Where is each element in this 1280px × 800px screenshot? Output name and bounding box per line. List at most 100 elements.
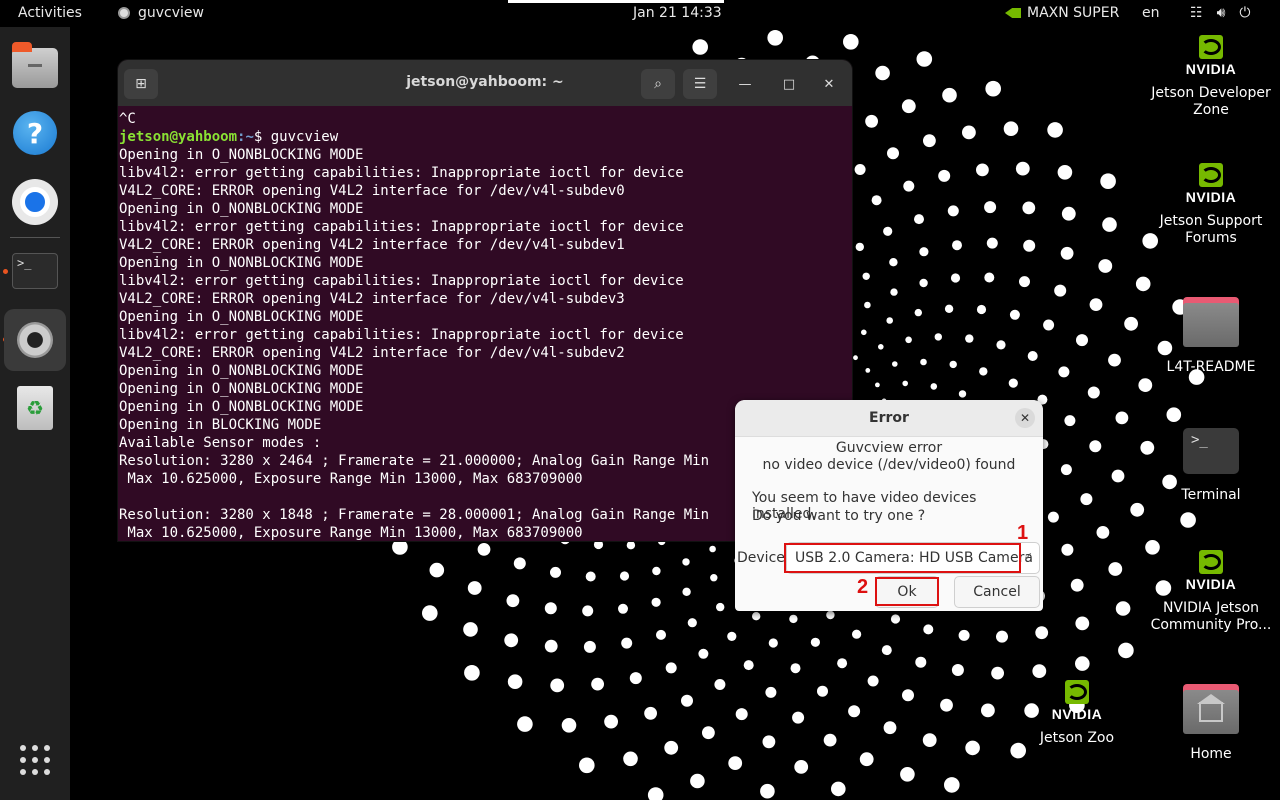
wallpaper-dot bbox=[865, 368, 871, 373]
terminal-icon: >_ bbox=[12, 253, 58, 289]
dock-terminal[interactable]: >_ bbox=[4, 240, 66, 302]
wallpaper-dot bbox=[561, 718, 577, 733]
close-button[interactable]: ✕ bbox=[818, 73, 840, 95]
terminal-line: V4L2_CORE: ERROR opening V4L2 interface … bbox=[119, 291, 625, 307]
cancel-button[interactable]: Cancel bbox=[954, 576, 1040, 608]
wallpaper-dot bbox=[1043, 319, 1055, 331]
wallpaper-dot bbox=[619, 571, 630, 581]
wallpaper-dot bbox=[623, 751, 638, 767]
wallpaper-dot bbox=[710, 574, 718, 582]
wallpaper-dot bbox=[903, 180, 915, 192]
dialog-close-button[interactable]: ✕ bbox=[1015, 408, 1035, 428]
wallpaper-dot bbox=[651, 597, 661, 607]
wallpaper-dot bbox=[1108, 353, 1121, 367]
wallpaper-dot bbox=[930, 383, 938, 390]
desktop-icon-terminal[interactable]: >_ Terminal bbox=[1146, 428, 1276, 504]
wallpaper-dot bbox=[855, 242, 864, 252]
clock[interactable]: Jan 21 14:33 bbox=[633, 5, 722, 21]
wallpaper-dot bbox=[979, 367, 988, 376]
nvidia-logo-icon: NVIDIA bbox=[1045, 680, 1109, 726]
dock-trash[interactable]: ♻ bbox=[4, 377, 66, 439]
wallpaper-dot bbox=[826, 610, 835, 620]
wallpaper-dot bbox=[1135, 276, 1151, 292]
wallpaper-dot bbox=[958, 629, 970, 641]
wallpaper-dot bbox=[1180, 512, 1196, 528]
wallpaper-dot bbox=[919, 278, 928, 288]
system-tray[interactable]: ☷ 🔊︎ ⏻ bbox=[1190, 5, 1250, 21]
power-mode-indicator[interactable]: MAXN SUPER bbox=[1005, 5, 1119, 21]
desktop-icon-nvidia-jetson-community[interactable]: NVIDIA NVIDIA Jetson Community Pro... bbox=[1146, 550, 1276, 634]
wallpaper-dot bbox=[1061, 206, 1076, 221]
language-indicator[interactable]: en bbox=[1142, 5, 1160, 21]
wallpaper-dot bbox=[463, 622, 478, 637]
dock-files[interactable] bbox=[4, 37, 66, 99]
wallpaper-dot bbox=[1047, 511, 1059, 523]
desktop-icon-jetson-developer-zone[interactable]: NVIDIA Jetson Developer Zone bbox=[1146, 35, 1276, 119]
webcam-icon bbox=[118, 7, 130, 19]
wallpaper-dot bbox=[958, 390, 967, 398]
desktop-icon-jetson-support-forums[interactable]: NVIDIA Jetson Support Forums bbox=[1146, 163, 1276, 247]
wallpaper-dot bbox=[1075, 656, 1090, 671]
wallpaper-dot bbox=[875, 65, 890, 81]
dialog-header[interactable]: Error ✕ bbox=[735, 400, 1043, 437]
dock-guvcview[interactable] bbox=[4, 309, 66, 371]
wallpaper-dot bbox=[794, 760, 809, 774]
wallpaper-dot bbox=[991, 666, 1004, 680]
wallpaper-dot bbox=[952, 240, 962, 251]
terminal-header[interactable]: ⊞ jetson@yahboom: ~ ⌕ ☰ — □ ✕ bbox=[118, 60, 852, 106]
device-label: Device: bbox=[737, 550, 790, 566]
wallpaper-dot bbox=[976, 163, 989, 177]
wallpaper-dot bbox=[976, 304, 987, 315]
wallpaper-dot bbox=[582, 605, 594, 617]
nvidia-wordmark: NVIDIA bbox=[1051, 706, 1103, 722]
wallpaper-dot bbox=[867, 675, 879, 687]
wallpaper-dot bbox=[1115, 601, 1131, 616]
error-dialog[interactable]: Error ✕ Guvcview error no video device (… bbox=[735, 400, 1043, 611]
error-message: no video device (/dev/video0) found bbox=[762, 457, 1016, 473]
desktop-icon-jetson-zoo[interactable]: NVIDIA Jetson Zoo bbox=[1012, 680, 1142, 747]
dock-help[interactable]: ? bbox=[4, 102, 66, 164]
terminal-icon: >_ bbox=[1183, 428, 1239, 474]
wallpaper-dot bbox=[1124, 316, 1138, 331]
activities-button[interactable]: Activities bbox=[18, 5, 82, 21]
wallpaper-dot bbox=[579, 757, 595, 774]
wallpaper-dot bbox=[762, 735, 776, 749]
wallpaper-dot bbox=[506, 594, 520, 608]
terminal-line: Opening in O_NONBLOCKING MODE bbox=[119, 201, 364, 217]
wallpaper-dot bbox=[593, 539, 604, 550]
wallpaper-dot bbox=[1138, 378, 1153, 392]
wallpaper-dot bbox=[664, 740, 679, 755]
annotation-box-1 bbox=[784, 543, 1021, 573]
minimize-button[interactable]: — bbox=[734, 73, 756, 95]
wallpaper-dot bbox=[944, 777, 960, 793]
wallpaper-dot bbox=[656, 629, 666, 640]
close-icon: ✕ bbox=[823, 76, 835, 92]
wallpaper-dot bbox=[901, 99, 916, 114]
menu-button[interactable]: ☰ bbox=[683, 69, 717, 99]
wallpaper-dot bbox=[422, 605, 438, 621]
terminal-line: Opening in O_NONBLOCKING MODE bbox=[119, 147, 364, 163]
search-icon: ⌕ bbox=[654, 76, 662, 92]
search-button[interactable]: ⌕ bbox=[641, 69, 675, 99]
terminal-line: Opening in O_NONBLOCKING MODE bbox=[119, 363, 364, 379]
wallpaper-dot bbox=[1089, 440, 1102, 453]
wallpaper-dot bbox=[550, 678, 565, 693]
desktop-icon-l4t-readme[interactable]: L4T-README bbox=[1146, 297, 1276, 376]
show-apps-icon[interactable] bbox=[20, 745, 50, 775]
prompt-text-2: Do you want to try one ? bbox=[752, 508, 926, 524]
wallpaper-dot bbox=[698, 648, 709, 659]
desktop-icon-home[interactable]: Home bbox=[1146, 684, 1276, 763]
dock-chromium[interactable] bbox=[4, 171, 66, 233]
maximize-button[interactable]: □ bbox=[778, 73, 800, 95]
prompt-command: guvcview bbox=[270, 129, 339, 145]
wallpaper-dot bbox=[922, 733, 937, 747]
app-menu[interactable]: guvcview bbox=[118, 5, 204, 21]
wallpaper-dot bbox=[902, 689, 914, 702]
nvidia-wordmark: NVIDIA bbox=[1185, 189, 1237, 205]
webcam-icon bbox=[17, 322, 53, 358]
wallpaper-dot bbox=[1166, 407, 1182, 423]
wallpaper-dot bbox=[940, 698, 953, 712]
wallpaper-dot bbox=[1032, 664, 1047, 678]
wallpaper-dot bbox=[871, 195, 882, 206]
wallpaper-dot bbox=[767, 30, 783, 46]
